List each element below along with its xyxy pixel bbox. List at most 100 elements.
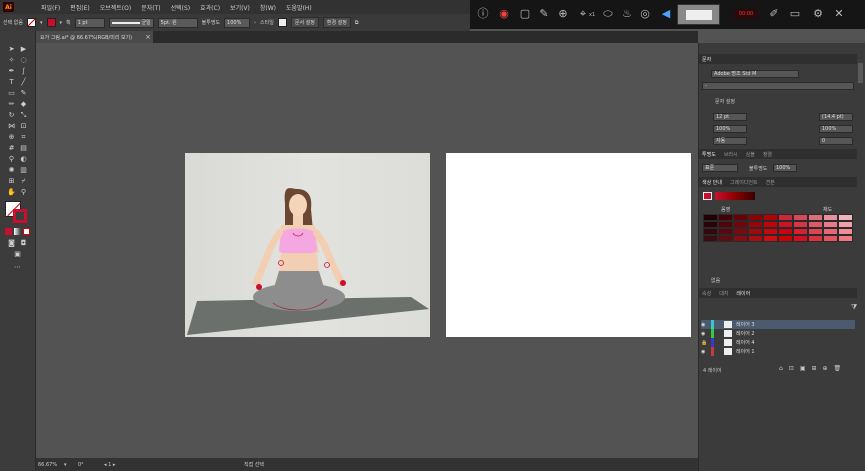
tab-artboards[interactable]: 대지 [719,290,728,297]
eye-icon[interactable]: ◉ [701,349,711,355]
color-guide-swatch[interactable] [763,221,778,228]
fill-swatch[interactable] [27,18,36,27]
menu-type[interactable]: 문자(T) [141,3,160,12]
window-icon[interactable]: ▭ [788,7,802,21]
layer-row[interactable]: ◉ 레이어 1 [701,347,855,356]
graph-icon[interactable]: ▥ [19,166,28,175]
artboard-icon[interactable]: ⊞ [7,177,16,186]
color-guide-swatch[interactable] [733,228,748,235]
fire-icon[interactable]: ♨ [620,7,634,21]
gradient-icon[interactable]: ▤ [19,144,28,153]
color-guide-swatch[interactable] [793,221,808,228]
zoom-tool-icon[interactable]: ⚲ [19,188,28,197]
mesh-icon[interactable]: # [7,144,16,153]
style-swatch[interactable] [277,18,287,27]
document-setup-button[interactable]: 문서 설정 [290,17,319,28]
gear-icon[interactable]: ⚙ [811,7,825,21]
color-guide-swatch[interactable] [823,214,838,221]
preferences-button[interactable]: 환경 설정 [322,17,351,28]
color-guide-swatch[interactable] [838,214,853,221]
color-guide-swatch[interactable] [793,235,808,242]
menu-effect[interactable]: 효과(C) [200,3,220,12]
color-guide-swatch[interactable] [763,235,778,242]
filter-icon[interactable]: ⧩ [851,303,857,312]
tab-align[interactable]: 정렬 [763,151,772,158]
vertical-scale-field[interactable]: 100% [713,125,747,133]
speaker-icon[interactable]: ◀ [659,7,673,21]
draw-inside-icon[interactable]: ◘ [19,239,28,248]
color-guide-swatch[interactable] [733,221,748,228]
panel-scrollbar[interactable] [858,63,863,83]
layer-actions[interactable]: ⌂⊡▣⊞⊕🗑 [779,365,847,372]
stroke-weight-field[interactable]: 1 pt [74,17,105,28]
canvas-area[interactable] [36,43,698,458]
stroke-color-box[interactable] [13,209,27,223]
menu-file[interactable]: 파일(F) [41,3,60,12]
artboard-2[interactable] [446,153,691,337]
tab-layers[interactable]: 레이어 [736,290,750,297]
horizontal-scale-field[interactable]: 100% [819,125,853,133]
tab-properties[interactable]: 속성 [702,290,711,297]
tab-brushes[interactable]: 브러시 [724,151,738,158]
tab-character[interactable]: 문자 [702,56,711,63]
symbol-sprayer-icon[interactable]: ✺ [7,166,16,175]
color-guide-swatch[interactable] [703,221,718,228]
harmony-strip[interactable] [715,192,755,200]
eye-icon[interactable]: ◉ [701,331,711,337]
opacity-field[interactable]: 100% [224,17,251,28]
color-guide-swatch[interactable] [838,221,853,228]
color-guide-swatch[interactable] [703,214,718,221]
draw-mode-icon[interactable]: ◙ [7,239,16,248]
color-guide-swatch[interactable] [748,235,763,242]
zoom-field[interactable]: 66.67% [38,462,64,468]
direct-selection-tool-icon[interactable]: ▶ [19,45,28,54]
color-guide-swatch[interactable] [808,235,823,242]
zoom-icon[interactable]: ⊕ [556,7,570,21]
layer-row[interactable]: ◉ 레이어 3 [701,320,855,329]
color-guide-swatch[interactable] [823,235,838,242]
tab-close-icon[interactable]: × [145,33,151,41]
eraser-icon[interactable]: ◆ [19,100,28,109]
line-tool-icon[interactable]: ╱ [19,78,28,87]
color-guide-grid[interactable] [703,214,853,242]
stroke-swatch[interactable] [46,18,56,27]
font-size-field[interactable]: 12 pt [713,113,747,121]
color-guide-swatch[interactable] [733,214,748,221]
tab-color-guide[interactable]: 색상 안내 [702,179,722,186]
rectangle-tool-icon[interactable]: ▭ [7,89,16,98]
camera-icon[interactable]: ◎ [638,7,652,21]
shape-builder-icon[interactable]: ⊕ [7,133,16,142]
selection-tool-icon[interactable]: ➤ [7,45,16,54]
menu-view[interactable]: 보기(V) [230,3,250,12]
chevron-down-icon[interactable]: ▾ [64,462,78,468]
rotation-field[interactable]: 0° [78,462,104,468]
color-guide-swatch[interactable] [808,228,823,235]
color-guide-swatch[interactable] [778,221,793,228]
color-guide-swatch[interactable] [793,228,808,235]
color-guide-swatch[interactable] [733,235,748,242]
record-icon[interactable]: ◉ [497,7,511,21]
color-guide-swatch[interactable] [778,228,793,235]
free-transform-icon[interactable]: ⊡ [19,122,28,131]
menu-window[interactable]: 창(W) [260,3,276,12]
menu-object[interactable]: 오브젝트(O) [100,3,132,12]
color-guide-swatch[interactable] [823,228,838,235]
color-guide-swatch[interactable] [748,221,763,228]
chevron-right-icon[interactable]: › [254,20,256,26]
base-color-swatch[interactable] [703,192,712,200]
info-icon[interactable]: ⓘ [476,7,490,21]
chevron-down-icon[interactable]: ▾ [60,20,63,26]
color-guide-swatch[interactable] [763,228,778,235]
stop-icon[interactable]: ▢ [518,7,532,21]
color-guide-swatch[interactable] [748,214,763,221]
color-guide-swatch[interactable] [703,235,718,242]
arrange-icon[interactable]: ⧉ [355,20,359,26]
type-tool-icon[interactable]: T [7,78,16,87]
color-mode-icon[interactable] [5,228,12,235]
tab-swatches[interactable]: 견본 [766,179,775,186]
color-guide-swatch[interactable] [718,235,733,242]
blend-icon[interactable]: ◐ [19,155,28,164]
tab-gradient[interactable]: 그레이디언트 [730,179,758,186]
color-guide-swatch[interactable] [718,221,733,228]
close-icon[interactable]: ✕ [832,7,846,21]
